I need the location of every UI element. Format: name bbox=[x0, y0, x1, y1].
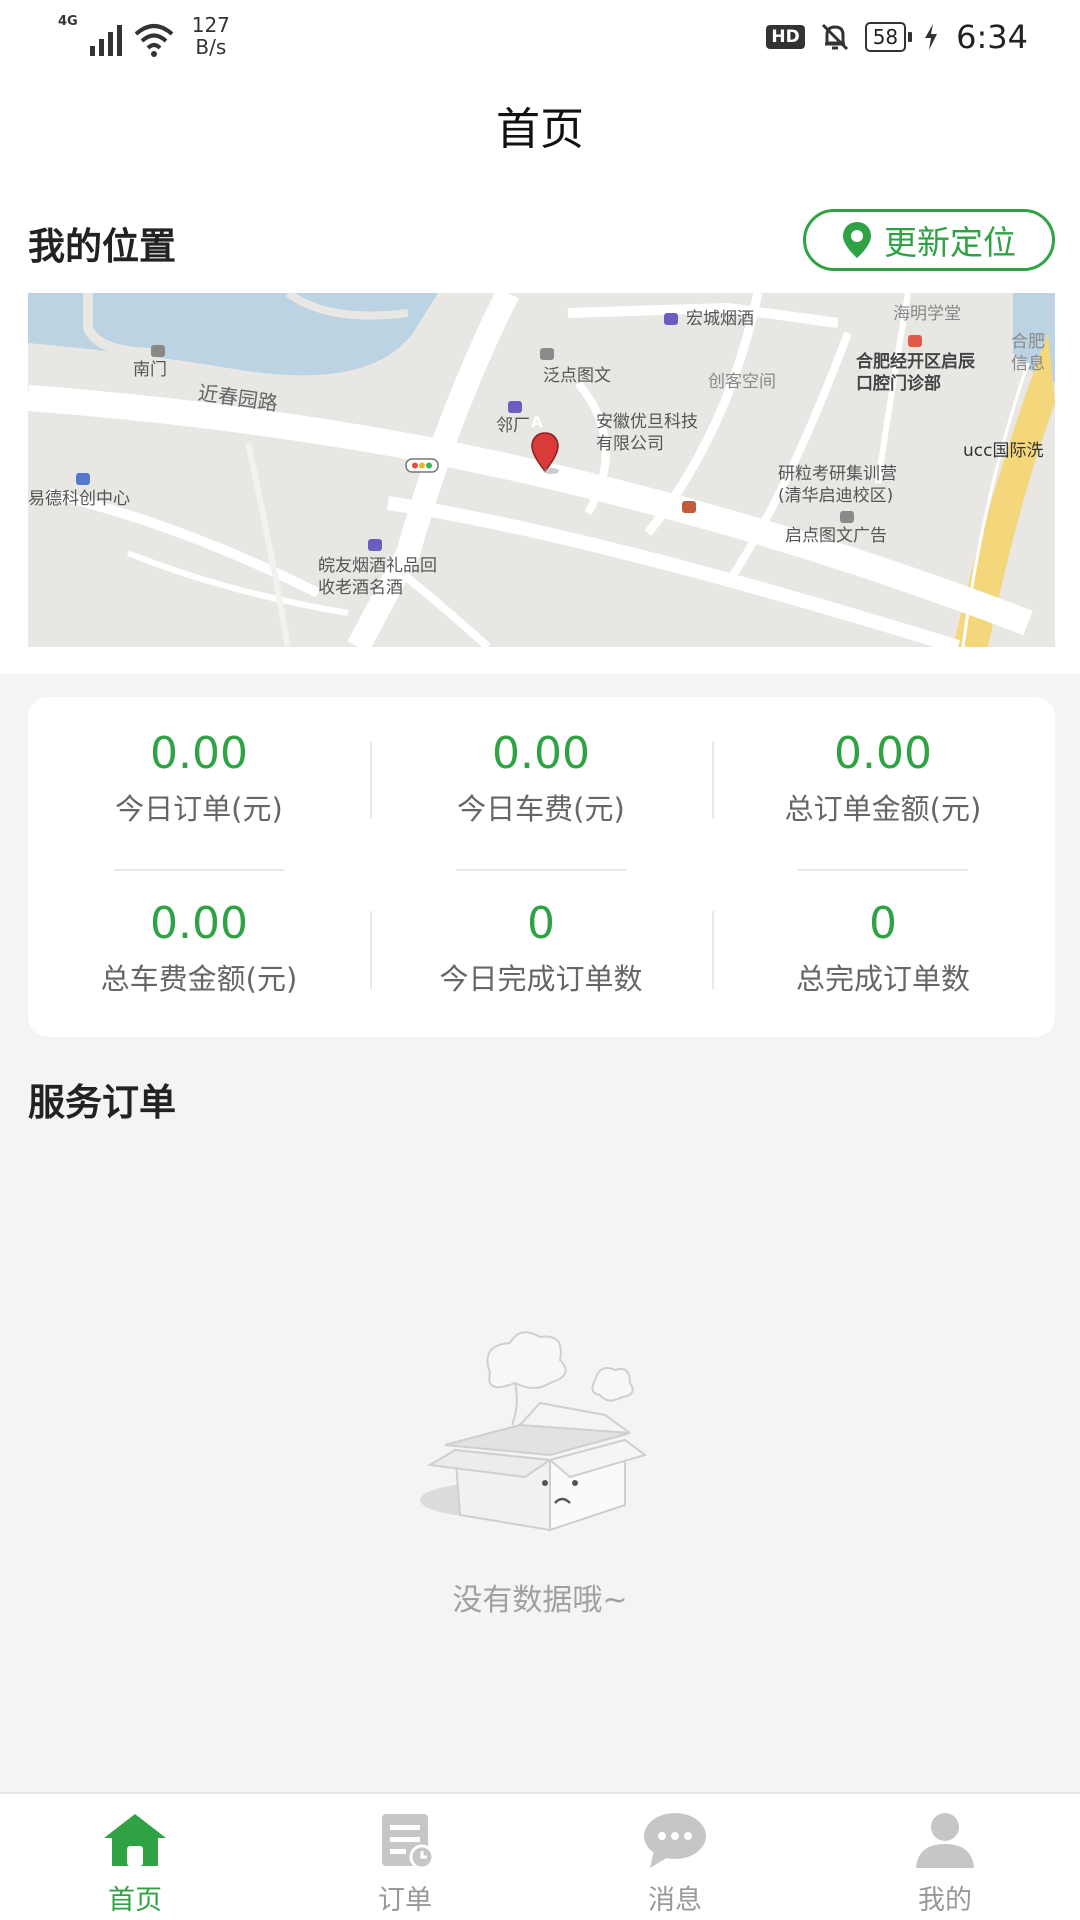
camera-icon bbox=[540, 348, 554, 360]
stat-today-orders: 0.00 今日订单(元) bbox=[28, 727, 370, 829]
user-icon bbox=[916, 1813, 974, 1868]
map-label-yanzheng: 研粒考研集训营(清华启迪校区) bbox=[778, 464, 897, 506]
status-right: HD 58 6:34 bbox=[766, 18, 1028, 56]
row-divider bbox=[456, 869, 626, 871]
map-label-hefei-clinic: 合肥经开区启辰口腔门诊部 bbox=[856, 352, 975, 394]
map-label-kechuang: 易德科创中心 bbox=[28, 489, 130, 509]
stat-total-order-amount: 0.00 总订单金额(元) bbox=[712, 727, 1054, 829]
stat-label: 今日完成订单数 bbox=[439, 962, 643, 996]
tab-label: 消息 bbox=[648, 1885, 702, 1916]
page-title: 首页 bbox=[496, 104, 584, 155]
order-list-icon bbox=[382, 1814, 435, 1870]
bell-muted-icon bbox=[821, 23, 848, 51]
wifi-icon bbox=[134, 24, 174, 57]
column-divider bbox=[370, 741, 372, 819]
shop-icon bbox=[664, 313, 678, 325]
map-label-chuangke: 创客空间 bbox=[708, 372, 776, 392]
location-pin-icon bbox=[843, 222, 871, 258]
tab-home[interactable]: 首页 bbox=[0, 1794, 270, 1920]
location-map[interactable]: A 南门 近春园路 泛点图文 宏城烟酒 海明学堂 合肥经开区启辰口腔门诊部 合肥… bbox=[28, 293, 1055, 647]
tab-orders[interactable]: 订单 bbox=[270, 1794, 540, 1920]
stat-total-fare-amount: 0.00 总车费金额(元) bbox=[28, 897, 370, 999]
stat-today-fare: 0.00 今日车费(元) bbox=[370, 727, 712, 829]
column-divider bbox=[370, 911, 372, 989]
stat-total-completed: 0 总完成订单数 bbox=[712, 897, 1054, 999]
map-label-ucc: ucc国际洗 bbox=[963, 441, 1044, 461]
column-divider bbox=[712, 911, 714, 989]
title-bar: 首页 bbox=[0, 80, 1080, 180]
column-divider bbox=[712, 741, 714, 819]
stat-label: 总车费金额(元) bbox=[100, 962, 298, 996]
bottom-tab-bar: 首页 订单 消息 我的 bbox=[0, 1792, 1080, 1920]
stat-value: 0.00 bbox=[150, 898, 248, 949]
hospital-icon bbox=[908, 335, 922, 347]
network-type: 4G bbox=[58, 14, 78, 29]
map-label-linchang: 邻厂 bbox=[496, 416, 530, 436]
status-left: 4G 127 B/s bbox=[58, 14, 230, 58]
stat-value: 0.00 bbox=[834, 728, 932, 779]
empty-state-text: 没有数据哦~ bbox=[452, 1583, 628, 1618]
tab-label: 首页 bbox=[108, 1885, 162, 1916]
location-heading: 我的位置 bbox=[28, 225, 176, 268]
map-label-wanyou: 皖友烟酒礼品回收老酒名酒 bbox=[318, 556, 437, 598]
map-label-hefei-info: 合肥信息 bbox=[1011, 332, 1045, 374]
stats-card: 0.00 今日订单(元) 0.00 今日车费(元) 0.00 总订单金额(元) … bbox=[28, 697, 1055, 1037]
map-marker-label: A bbox=[531, 413, 543, 431]
stat-value: 0 bbox=[527, 898, 555, 949]
stat-value: 0.00 bbox=[150, 728, 248, 779]
status-bar: 4G 127 B/s HD 58 6:34 bbox=[0, 0, 1080, 80]
map-label-qidian: 启点图文广告 bbox=[785, 526, 887, 546]
stat-value: 0.00 bbox=[492, 728, 590, 779]
tab-messages[interactable]: 消息 bbox=[540, 1794, 810, 1920]
charging-icon bbox=[925, 24, 938, 50]
battery-icon: 58 bbox=[864, 22, 913, 52]
stat-label: 总订单金额(元) bbox=[784, 792, 982, 826]
tab-label: 订单 bbox=[378, 1885, 432, 1916]
clock: 6:34 bbox=[956, 18, 1028, 56]
stat-value: 0 bbox=[869, 898, 897, 949]
stat-label: 总完成订单数 bbox=[795, 962, 970, 996]
update-location-button[interactable]: 更新定位 bbox=[803, 209, 1055, 271]
camera-icon-2 bbox=[840, 511, 854, 523]
map-label-anhui-youdan: 安徽优旦科技有限公司 bbox=[596, 412, 698, 454]
empty-box-icon bbox=[420, 1331, 648, 1532]
location-section: 我的位置 更新定位 A 南门 近春园路 泛点图文 宏城烟酒 海明学堂 合肥经开区… bbox=[0, 180, 1080, 674]
restaurant-icon bbox=[682, 501, 696, 513]
map-label-fandian: 泛点图文 bbox=[543, 366, 611, 386]
map-label-nanmen: 南门 bbox=[133, 360, 167, 380]
stat-today-completed: 0 今日完成订单数 bbox=[370, 897, 712, 999]
update-location-label: 更新定位 bbox=[884, 223, 1016, 262]
chat-bubble-icon bbox=[644, 1813, 706, 1868]
row-divider bbox=[114, 869, 284, 871]
hd-badge: HD bbox=[766, 25, 805, 49]
signal-icon bbox=[89, 20, 122, 56]
door-icon bbox=[151, 345, 165, 357]
home-icon bbox=[104, 1814, 166, 1866]
stat-label: 今日订单(元) bbox=[115, 792, 283, 826]
map-label-hongcheng: 宏城烟酒 bbox=[686, 309, 754, 329]
row-divider bbox=[798, 869, 968, 871]
tab-label: 我的 bbox=[918, 1885, 972, 1916]
stat-label: 今日车费(元) bbox=[457, 792, 625, 826]
building-icon bbox=[76, 473, 90, 485]
network-speed: 127 B/s bbox=[191, 13, 230, 59]
shop-icon-2 bbox=[368, 539, 382, 551]
orders-heading: 服务订单 bbox=[28, 1081, 176, 1124]
cart-icon bbox=[508, 401, 522, 413]
map-label-haiming: 海明学堂 bbox=[893, 304, 961, 324]
tab-profile[interactable]: 我的 bbox=[810, 1794, 1080, 1920]
